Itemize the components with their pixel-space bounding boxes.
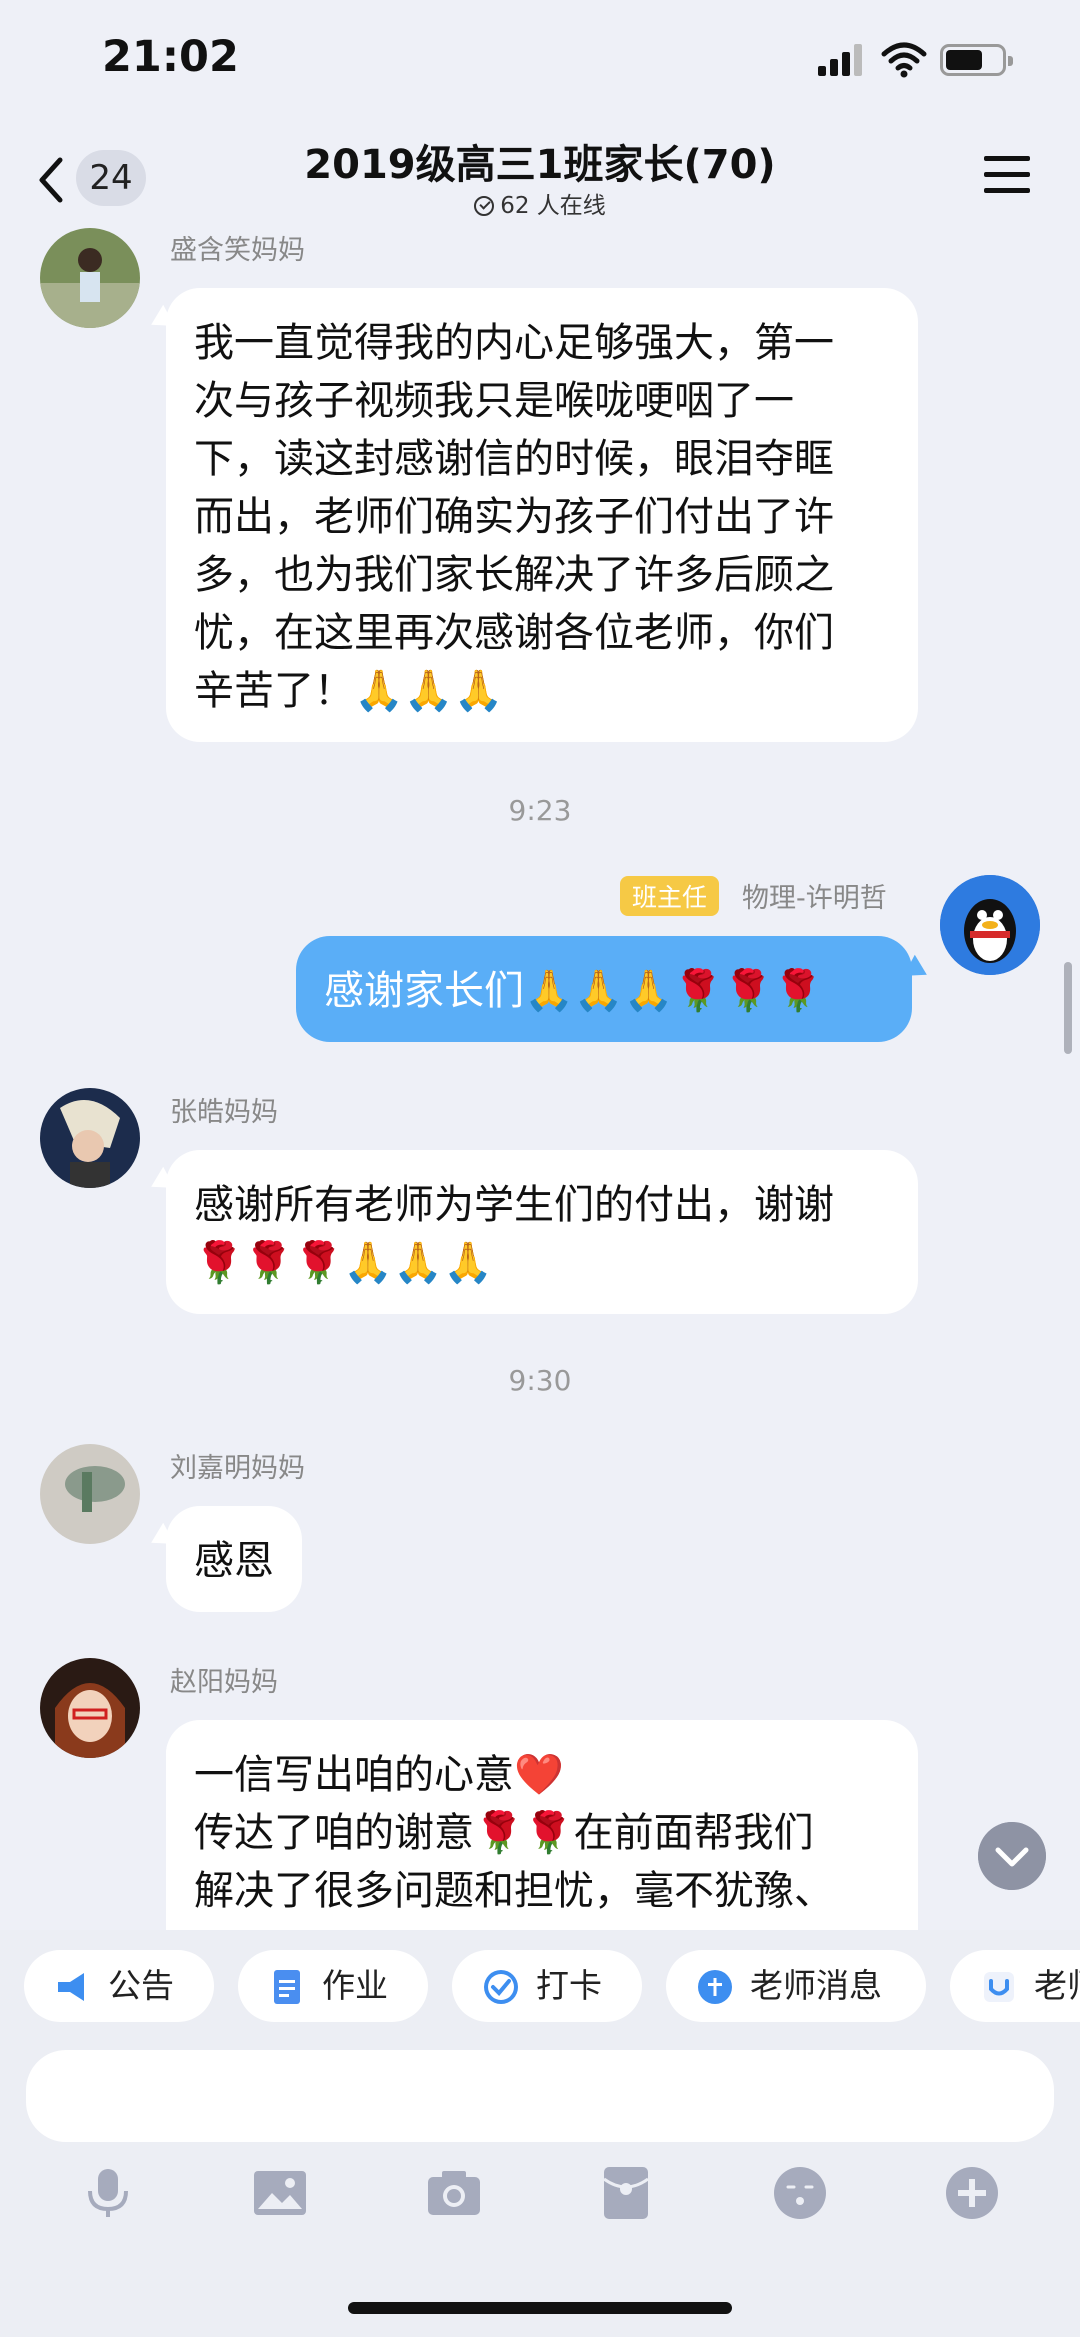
sender-name: 赵阳妈妈: [170, 1667, 278, 1698]
status-time: 21:02: [102, 32, 239, 82]
composer: [0, 2050, 1080, 2337]
message-text: 🌹🌹🌹🙏🙏🙏: [194, 1240, 493, 1286]
teacher-icon: [698, 1970, 732, 2004]
avatar-photo-icon: [40, 228, 140, 328]
avatar[interactable]: [40, 228, 140, 328]
avatar[interactable]: [40, 1444, 140, 1544]
message-bubble[interactable]: 我一直觉得我的内心足够强大，第一 次与孩子视频我只是喉咙哽咽了一 下，读这封感谢…: [166, 288, 918, 742]
check-icon: [484, 1970, 518, 2004]
sender-name: 刘嘉明妈妈: [170, 1453, 305, 1484]
online-status-icon: [474, 196, 495, 216]
chat-header: 24 2019级高三1班家长(70) 62 人在线: [0, 130, 1080, 230]
quick-action-teacher-messages[interactable]: 老师消息: [666, 1950, 926, 2022]
megaphone-icon: [58, 1973, 84, 2001]
penguin-avatar-icon: [940, 875, 1040, 975]
message-text: 辛苦了！🙏🙏🙏: [194, 668, 504, 714]
status-bar: 21:02: [0, 0, 1080, 130]
avatar[interactable]: [940, 875, 1040, 975]
avatar-photo-icon: [40, 1088, 140, 1188]
message-bubble[interactable]: 感恩: [166, 1506, 302, 1612]
chat-title[interactable]: 2019级高三1班家长(70): [0, 132, 1080, 190]
message-text: 感恩: [194, 1538, 274, 1584]
wifi-icon: [881, 42, 927, 78]
message-text: 感谢所有老师为学生们的付出，谢谢: [194, 1182, 834, 1228]
emoji-icon[interactable]: [770, 2163, 830, 2223]
avatar-photo-icon: [40, 1658, 140, 1758]
role-badge: 班主任: [620, 876, 720, 916]
message-text: 一信写出咱的心意❤️: [194, 1752, 564, 1798]
message-text: 多，也为我们家长解决了许多后顾之: [194, 552, 834, 598]
image-icon[interactable]: [250, 2163, 310, 2223]
message-text: 传达了咱的谢意🌹🌹在前面帮我们: [194, 1810, 814, 1856]
teacher-badge-icon: [984, 1972, 1014, 2002]
message-text: 下，读这封感谢信的时候，眼泪夺眶: [194, 436, 834, 482]
message-text: 次与孩子视频我只是喉咙哽咽了一: [194, 378, 794, 424]
avatar[interactable]: [40, 1088, 140, 1188]
home-indicator[interactable]: [348, 2302, 732, 2314]
sender-name: 张皓妈妈: [170, 1097, 278, 1128]
plus-icon[interactable]: [942, 2163, 1002, 2223]
message-text: 而出，老师们确实为孩子们付出了许: [194, 494, 834, 540]
sender-name: 盛含笑妈妈: [170, 235, 305, 266]
timestamp: 9:23: [508, 794, 572, 827]
online-count: 62 人在线: [0, 186, 1080, 220]
scroll-down-icon[interactable]: [978, 1822, 1046, 1890]
battery-icon: [940, 44, 1013, 76]
camera-icon[interactable]: [424, 2163, 484, 2223]
red-packet-icon[interactable]: [596, 2163, 656, 2223]
quick-action-teacher[interactable]: 老师: [950, 1950, 1080, 2022]
timestamp: 9:30: [508, 1364, 572, 1397]
message-text: 忧，在这里再次感谢各位老师，你们: [194, 610, 834, 656]
message-text: 感谢家长们🙏🙏🙏🌹🌹🌹: [324, 968, 823, 1014]
quick-actions-bar: 公告 作业 打卡 老师消息 老师: [0, 1930, 1080, 2050]
microphone-icon[interactable]: [78, 2163, 138, 2223]
message-text: 我一直觉得我的内心足够强大，第一: [194, 320, 834, 366]
menu-icon[interactable]: [984, 154, 1030, 194]
avatar-photo-icon: [40, 1444, 140, 1544]
avatar[interactable]: [40, 1658, 140, 1758]
quick-action-checkin[interactable]: 打卡: [452, 1950, 642, 2022]
sender-name: 物理-许明哲: [742, 883, 887, 914]
document-icon: [274, 1970, 300, 2004]
scroll-indicator[interactable]: [1064, 962, 1072, 1054]
message-text: 解决了很多问题和担忧，毫不犹豫、: [194, 1868, 834, 1914]
message-bubble[interactable]: 感谢家长们🙏🙏🙏🌹🌹🌹: [296, 936, 912, 1042]
cellular-signal-icon: [818, 44, 864, 76]
quick-action-homework[interactable]: 作业: [238, 1950, 428, 2022]
message-input[interactable]: [26, 2050, 1054, 2142]
quick-action-announcement[interactable]: 公告: [24, 1950, 214, 2022]
message-bubble[interactable]: 感谢所有老师为学生们的付出，谢谢 🌹🌹🌹🙏🙏🙏: [166, 1150, 918, 1314]
